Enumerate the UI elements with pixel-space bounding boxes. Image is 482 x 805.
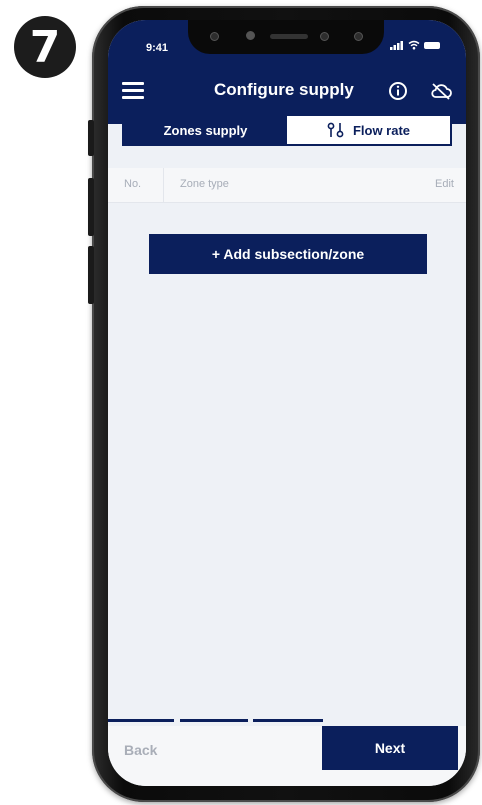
progress-segment [180, 719, 248, 722]
tab-zones-supply[interactable]: Zones supply [124, 116, 287, 144]
status-indicators [390, 40, 440, 50]
flow-rate-icon [327, 122, 344, 138]
phone-screen: 9:41 Configure supply Zones supply Flow … [108, 20, 466, 786]
back-button[interactable]: Back [124, 742, 157, 758]
footer-bar: Back Next [108, 726, 466, 786]
phone-volume-down [88, 246, 94, 304]
zones-table-header: No. Zone type Edit [108, 168, 466, 203]
title-bar: Configure supply [108, 72, 466, 112]
app-header: 9:41 Configure supply [108, 20, 466, 124]
column-divider [163, 168, 164, 202]
supply-tabs: Zones supply Flow rate [122, 114, 452, 146]
column-header-zone-type: Zone type [180, 178, 229, 190]
tab-flow-rate[interactable]: Flow rate [287, 116, 450, 144]
step-progress [108, 719, 466, 722]
status-time: 9:41 [146, 42, 169, 54]
camera-dot [246, 31, 255, 40]
sensor-dot [354, 32, 363, 41]
sensor-dot [320, 32, 329, 41]
signal-icon [390, 41, 403, 50]
page-title: Configure supply [214, 80, 354, 99]
tab-label: Zones supply [163, 122, 248, 138]
next-button[interactable]: Next [322, 726, 458, 770]
add-subsection-zone-button[interactable]: + Add subsection/zone [149, 234, 427, 274]
progress-segment [108, 719, 174, 722]
wifi-icon [408, 40, 420, 50]
speaker-grille [270, 34, 308, 39]
phone-notch [188, 20, 384, 54]
progress-segment [253, 719, 323, 722]
cloud-off-icon[interactable] [430, 81, 452, 101]
column-header-edit: Edit [435, 178, 454, 190]
battery-icon [424, 41, 440, 49]
stage: 7 9:41 Configure supply Zones supply Flo… [0, 0, 482, 805]
hamburger-menu-icon[interactable] [122, 82, 144, 100]
tab-label: Flow rate [352, 122, 411, 138]
step-number: 7 [29, 21, 61, 73]
sensor-dot [210, 32, 219, 41]
phone-volume-up [88, 178, 94, 236]
info-icon[interactable] [388, 81, 408, 101]
step-number-badge: 7 [14, 16, 76, 78]
column-header-no: No. [124, 178, 142, 190]
phone-silent-switch [88, 120, 94, 156]
